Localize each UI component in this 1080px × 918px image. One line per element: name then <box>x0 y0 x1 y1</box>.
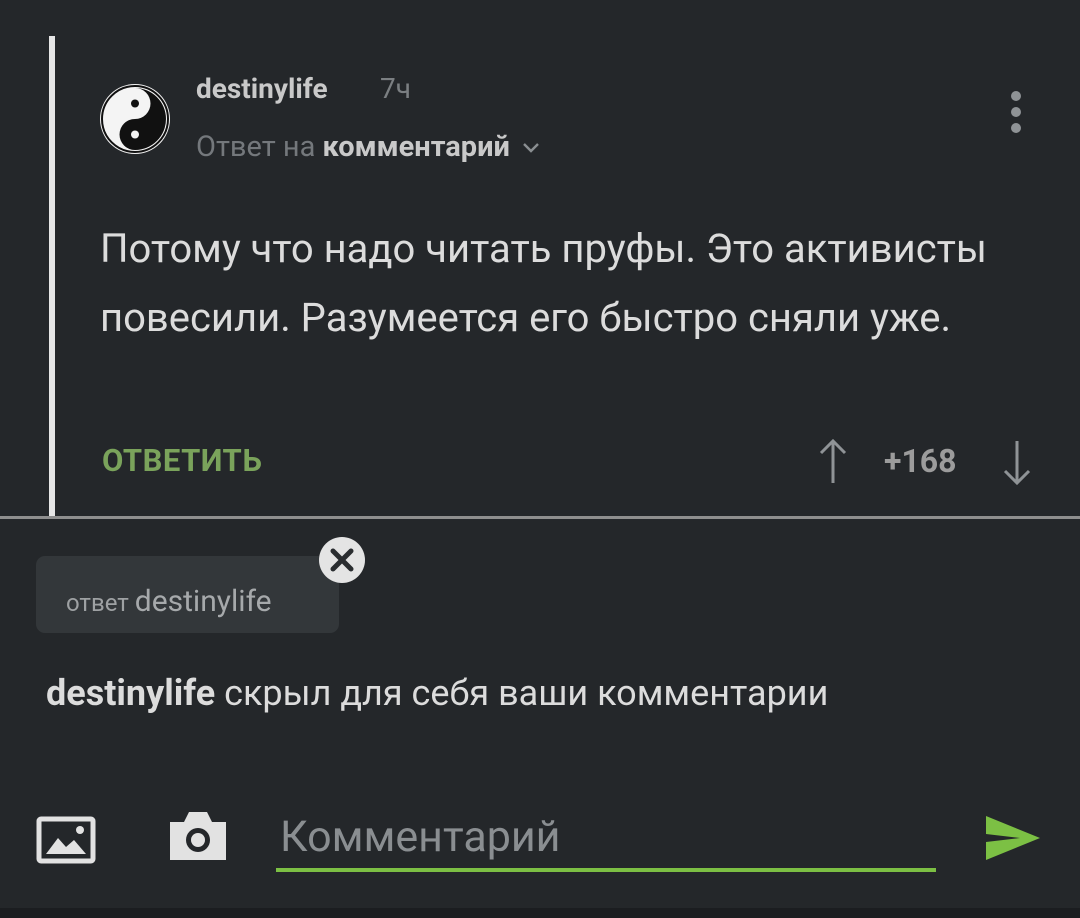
close-icon[interactable] <box>318 536 366 584</box>
camera-icon[interactable] <box>166 808 230 864</box>
bottom-bar <box>0 908 1080 918</box>
user-avatar[interactable] <box>100 84 170 154</box>
comment-input[interactable] <box>276 806 936 872</box>
reply-chip: ответ destinylife <box>36 556 339 633</box>
comment-body: Потому что надо читать пруфы. Это активи… <box>100 225 987 341</box>
send-icon[interactable] <box>984 814 1042 862</box>
reply-chip-name: destinylife <box>134 584 272 619</box>
hidden-notice-user: destinylife <box>46 672 216 714</box>
reply-to-line[interactable]: Ответ на комментарий <box>196 130 545 164</box>
reply-to-target[interactable]: комментарий <box>323 130 510 164</box>
arrow-down-icon[interactable] <box>1000 437 1034 487</box>
composer-divider <box>0 516 1080 519</box>
comment-time: 7ч <box>380 72 411 105</box>
hidden-notice-text: скрыл для себя ваши комментарии <box>224 672 829 714</box>
thread-indent-line <box>49 36 55 516</box>
more-vert-icon[interactable] <box>1004 88 1028 138</box>
image-icon[interactable] <box>36 816 96 864</box>
comment-username[interactable]: destinylife <box>196 72 328 105</box>
chevron-down-icon[interactable] <box>517 138 545 158</box>
arrow-up-icon[interactable] <box>816 437 850 487</box>
reply-button[interactable]: ОТВЕТИТЬ <box>102 442 262 479</box>
hidden-comments-notice: destinylife скрыл для себя ваши коммента… <box>46 672 828 714</box>
comment-rating: +168 <box>884 442 957 480</box>
reply-to-prefix: Ответ на <box>196 130 316 164</box>
reply-chip-prefix: ответ <box>66 589 129 617</box>
